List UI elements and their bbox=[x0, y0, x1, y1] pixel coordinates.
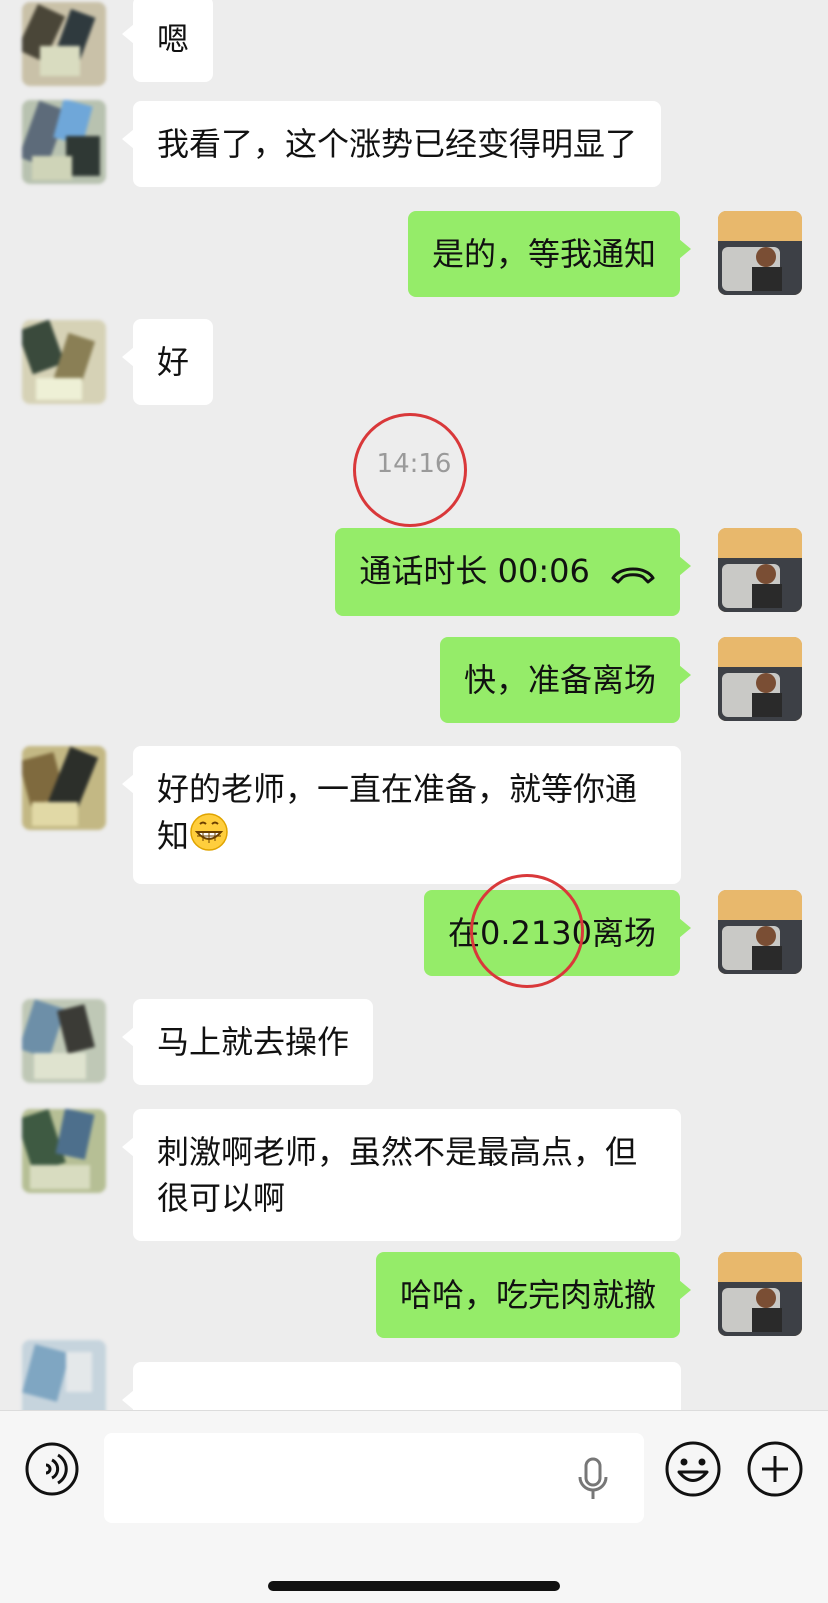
contact-avatar[interactable] bbox=[22, 999, 106, 1083]
my-avatar[interactable] bbox=[718, 890, 802, 974]
plus-icon[interactable] bbox=[745, 1439, 805, 1503]
chat-area[interactable]: 嗯 我看了，这个涨势已经变得明显了 是的，等我通知 好 14:16 通话时长 0… bbox=[0, 0, 828, 1410]
contact-avatar[interactable] bbox=[22, 1340, 106, 1410]
message-bubble-outgoing[interactable]: 快，准备离场 bbox=[439, 637, 692, 723]
home-indicator[interactable] bbox=[268, 1581, 560, 1591]
my-avatar[interactable] bbox=[718, 211, 802, 295]
message-input[interactable] bbox=[104, 1433, 644, 1523]
message-bubble-outgoing[interactable]: 哈哈，吃完肉就撤 bbox=[375, 1252, 692, 1338]
message-bubble-incoming[interactable]: 嗯 bbox=[121, 0, 214, 82]
highlight-circle bbox=[470, 874, 584, 988]
message-bubble-incoming[interactable]: 好的老师，一直在准备，就等你通知 bbox=[122, 746, 681, 884]
voice-icon[interactable] bbox=[24, 1441, 80, 1501]
message-bubble-incoming[interactable]: 马上就去操作 bbox=[121, 999, 374, 1085]
phone-hangup-icon bbox=[610, 550, 656, 596]
my-avatar[interactable] bbox=[718, 637, 802, 721]
contact-avatar[interactable] bbox=[22, 746, 106, 830]
message-bubble-incoming[interactable]: 我看了，这个涨势已经变得明显了 bbox=[121, 101, 662, 187]
message-bubble-outgoing[interactable]: 是的，等我通知 bbox=[407, 211, 692, 297]
input-bar bbox=[0, 1410, 828, 1603]
contact-avatar[interactable] bbox=[22, 100, 106, 184]
contact-avatar[interactable] bbox=[22, 1109, 106, 1193]
microphone-icon[interactable] bbox=[576, 1457, 610, 1505]
message-bubble-incoming[interactable]: 好 bbox=[121, 319, 214, 405]
grinning-face-icon bbox=[189, 812, 229, 864]
contact-avatar[interactable] bbox=[22, 320, 106, 404]
call-record-bubble[interactable]: 通话时长 00:06 bbox=[335, 528, 691, 616]
message-bubble-incoming[interactable]: 刺激啊老师，虽然不是最高点，但很可以啊 bbox=[122, 1109, 681, 1241]
emoji-icon[interactable] bbox=[663, 1439, 723, 1503]
contact-avatar[interactable] bbox=[22, 2, 106, 86]
my-avatar[interactable] bbox=[718, 528, 802, 612]
my-avatar[interactable] bbox=[718, 1252, 802, 1336]
highlight-circle bbox=[353, 413, 467, 527]
message-bubble-incoming-partial[interactable] bbox=[122, 1362, 681, 1410]
call-duration-text: 通话时长 00:06 bbox=[359, 552, 590, 590]
